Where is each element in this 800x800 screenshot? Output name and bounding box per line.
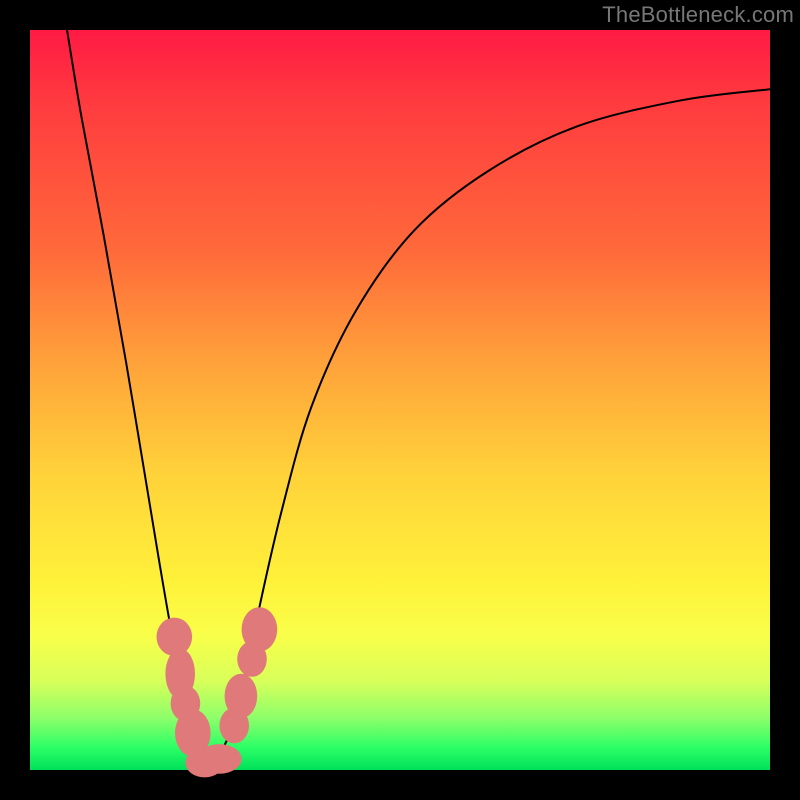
watermark-text: TheBottleneck.com	[602, 2, 794, 28]
bottom-marker-2	[197, 744, 241, 774]
marker-group	[157, 607, 278, 777]
left-marker-1	[157, 618, 193, 656]
chart-svg	[30, 30, 770, 770]
right-marker-2	[225, 674, 258, 718]
outer-frame: TheBottleneck.com	[0, 0, 800, 800]
plot-area	[30, 30, 770, 770]
right-marker-4	[242, 607, 278, 651]
